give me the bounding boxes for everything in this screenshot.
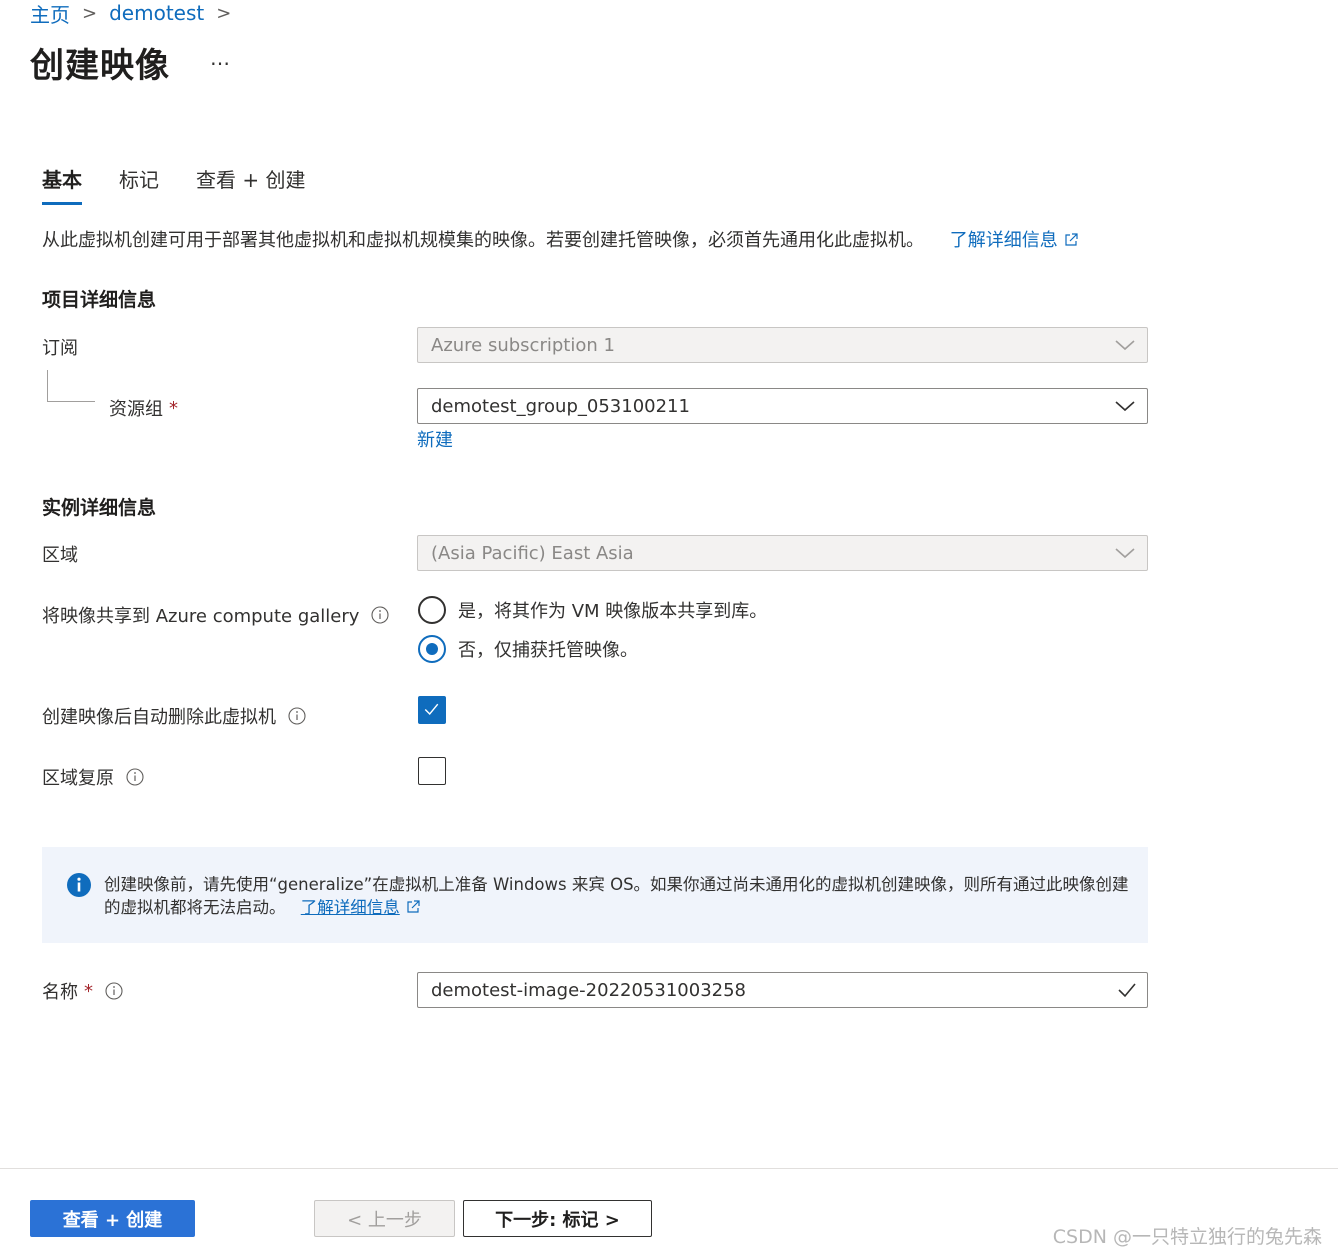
instance-details-heading: 实例详细信息 bbox=[42, 497, 157, 519]
external-link-icon bbox=[1065, 233, 1078, 246]
share-option-yes-label: 是，将其作为 VM 映像版本共享到库。 bbox=[458, 601, 768, 622]
tab-review-create[interactable]: 查看 + 创建 bbox=[196, 164, 305, 205]
share-gallery-label: 将映像共享到 Azure compute gallery bbox=[42, 602, 389, 628]
zone-resilient-checkbox[interactable] bbox=[418, 757, 446, 785]
image-name-label: 名称 * bbox=[42, 978, 123, 1004]
subscription-value: Azure subscription 1 bbox=[431, 334, 615, 356]
share-gallery-label-text: 将映像共享到 Azure compute gallery bbox=[42, 606, 360, 627]
subscription-label: 订阅 bbox=[42, 334, 78, 360]
chevron-down-icon bbox=[1115, 548, 1135, 559]
page-title: 创建映像 bbox=[30, 46, 170, 86]
breadcrumb: 主页 > demotest > bbox=[30, 0, 243, 28]
resource-group-label: 资源组 * bbox=[109, 395, 178, 421]
previous-button[interactable]: < 上一步 bbox=[314, 1200, 455, 1237]
image-name-label-text: 名称 bbox=[42, 982, 78, 1003]
resource-group-select[interactable]: demotest_group_053100211 bbox=[417, 388, 1148, 424]
share-option-no[interactable]: 否，仅捕获托管映像。 bbox=[418, 635, 638, 663]
subscription-select: Azure subscription 1 bbox=[417, 327, 1148, 363]
auto-delete-checkbox[interactable] bbox=[418, 696, 446, 724]
chevron-down-icon bbox=[1115, 340, 1135, 351]
more-options-button[interactable]: … bbox=[210, 46, 231, 70]
info-icon[interactable] bbox=[126, 768, 144, 786]
tab-list: 基本 标记 查看 + 创建 bbox=[42, 164, 342, 205]
info-icon[interactable] bbox=[288, 707, 306, 725]
resource-group-label-text: 资源组 bbox=[109, 399, 163, 420]
zone-resilient-label-text: 区域复原 bbox=[42, 768, 114, 789]
project-details-heading: 项目详细信息 bbox=[42, 289, 157, 311]
image-name-input[interactable]: demotest-image-20220531003258 bbox=[417, 972, 1148, 1008]
resource-group-value: demotest_group_053100211 bbox=[431, 395, 690, 417]
required-marker: * bbox=[84, 980, 93, 1002]
region-label: 区域 bbox=[42, 541, 78, 567]
auto-delete-label: 创建映像后自动删除此虚拟机 bbox=[42, 703, 306, 729]
tab-tags[interactable]: 标记 bbox=[119, 164, 159, 205]
checkmark-icon bbox=[1118, 983, 1136, 998]
external-link-icon bbox=[407, 900, 420, 913]
watermark: CSDN @一只特立独行的兔先森 bbox=[1052, 1226, 1322, 1248]
intro-learn-more-label: 了解详细信息 bbox=[949, 230, 1058, 251]
breadcrumb-home-link[interactable]: 主页 bbox=[30, 0, 70, 28]
intro-text-block: 从此虚拟机创建可用于部署其他虚拟机和虚拟机规模集的映像。若要创建托管映像，必须首… bbox=[42, 226, 1078, 252]
info-bar-learn-more-link[interactable]: 了解详细信息 bbox=[301, 898, 400, 917]
radio-button-selected[interactable] bbox=[418, 635, 446, 663]
create-new-resource-group-link[interactable]: 新建 bbox=[417, 426, 453, 452]
region-value: (Asia Pacific) East Asia bbox=[431, 542, 634, 564]
info-filled-icon bbox=[67, 873, 91, 897]
info-icon[interactable] bbox=[371, 606, 389, 624]
review-create-button[interactable]: 查看 + 创建 bbox=[30, 1200, 195, 1237]
tree-connector bbox=[47, 370, 48, 402]
intro-text: 从此虚拟机创建可用于部署其他虚拟机和虚拟机规模集的映像。若要创建托管映像，必须首… bbox=[42, 230, 924, 251]
generalize-info-bar: 创建映像前，请先使用“generalize”在虚拟机上准备 Windows 来宾… bbox=[42, 847, 1148, 943]
tree-connector bbox=[47, 401, 95, 402]
footer-divider bbox=[0, 1168, 1338, 1169]
share-option-yes[interactable]: 是，将其作为 VM 映像版本共享到库。 bbox=[418, 596, 767, 624]
next-tags-button[interactable]: 下一步: 标记 > bbox=[463, 1200, 652, 1237]
breadcrumb-demotest-link[interactable]: demotest bbox=[109, 1, 204, 25]
auto-delete-label-text: 创建映像后自动删除此虚拟机 bbox=[42, 707, 276, 728]
intro-learn-more-link[interactable]: 了解详细信息 bbox=[950, 230, 1078, 251]
region-label-text: 区域 bbox=[42, 545, 78, 566]
checkmark-icon bbox=[424, 703, 439, 716]
chevron-right-icon: > bbox=[216, 2, 232, 24]
chevron-right-icon: > bbox=[82, 2, 98, 24]
image-name-value: demotest-image-20220531003258 bbox=[431, 979, 746, 1001]
chevron-down-icon bbox=[1115, 401, 1135, 412]
radio-button[interactable] bbox=[418, 596, 446, 624]
share-option-no-label: 否，仅捕获托管映像。 bbox=[458, 640, 638, 661]
info-bar-text: 创建映像前，请先使用“generalize”在虚拟机上准备 Windows 来宾… bbox=[104, 875, 1129, 917]
subscription-label-text: 订阅 bbox=[42, 338, 78, 359]
zone-resilient-label: 区域复原 bbox=[42, 764, 144, 790]
tab-basics[interactable]: 基本 bbox=[42, 164, 82, 205]
info-icon[interactable] bbox=[105, 982, 123, 1000]
required-marker: * bbox=[169, 397, 178, 419]
info-bar-message: 创建映像前，请先使用“generalize”在虚拟机上准备 Windows 来宾… bbox=[104, 873, 1134, 919]
region-select: (Asia Pacific) East Asia bbox=[417, 535, 1148, 571]
